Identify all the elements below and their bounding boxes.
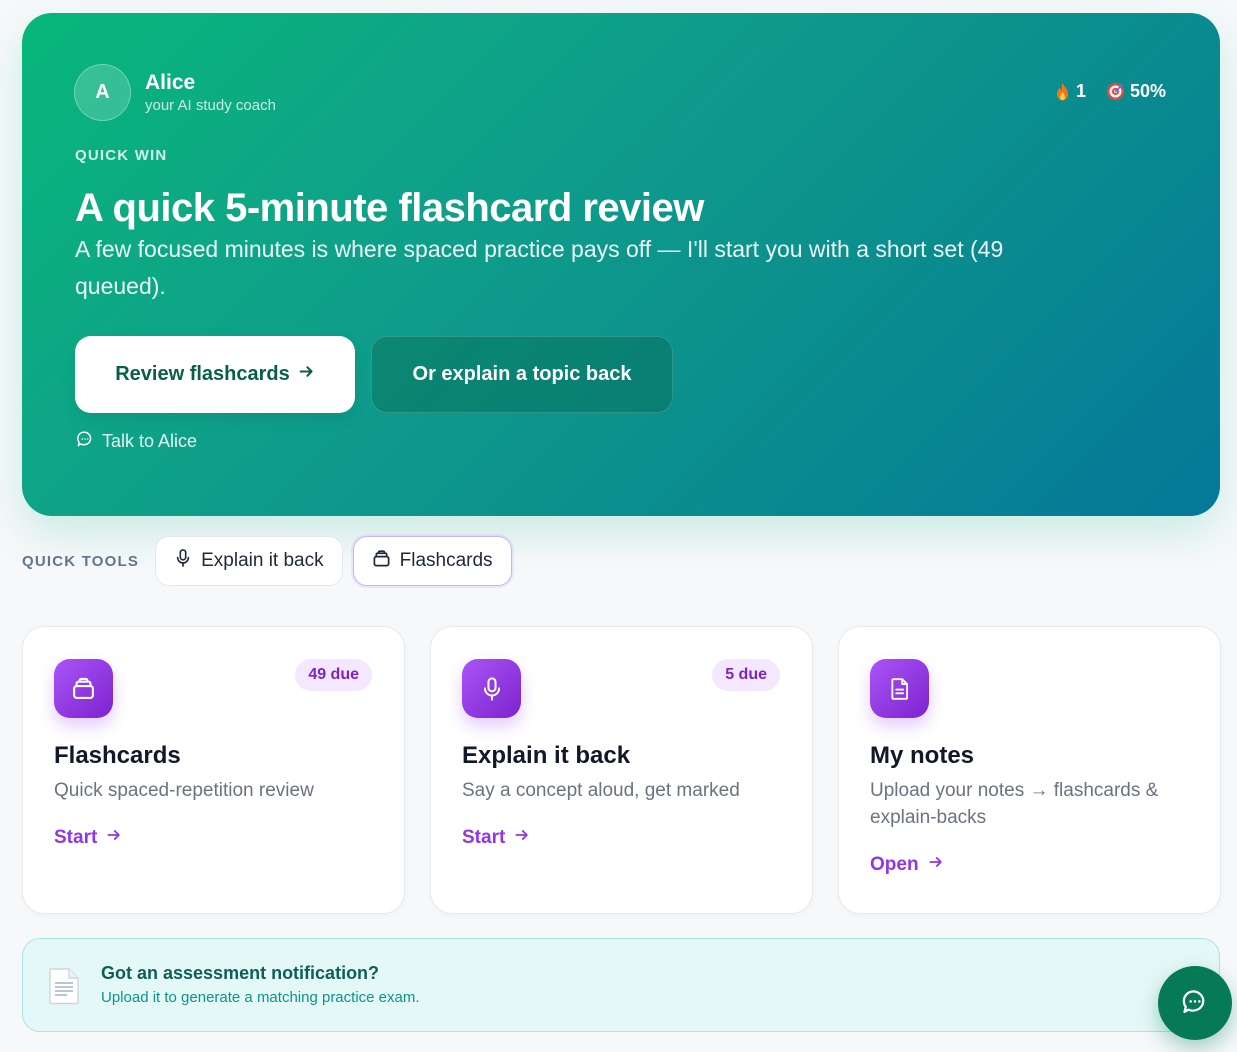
start-explain-it-back-link[interactable]: Start bbox=[462, 827, 530, 849]
streak-stat: 1 bbox=[1054, 81, 1086, 102]
quick-tool-label: Explain it back bbox=[201, 550, 324, 571]
review-flashcards-button[interactable]: Review flashcards bbox=[75, 336, 355, 413]
coach-header: A Alice your AI study coach bbox=[74, 64, 276, 121]
card-description: Upload your notes → flashcards & explain… bbox=[870, 780, 1159, 828]
flashcards-card[interactable]: 49 due Flashcards Quick spaced-repetitio… bbox=[22, 626, 405, 914]
chat-fab-button[interactable] bbox=[1158, 966, 1232, 1040]
hero-description: A few focused minutes is where spaced pr… bbox=[75, 236, 1004, 299]
card-stack-icon bbox=[54, 659, 113, 718]
quick-tool-explain-it-back[interactable]: Explain it back bbox=[155, 536, 343, 586]
microphone-icon bbox=[462, 659, 521, 718]
review-flashcards-label: Review flashcards bbox=[115, 363, 290, 385]
talk-to-coach-label: Talk to Alice bbox=[102, 431, 198, 451]
arrow-right-icon bbox=[928, 854, 944, 876]
target-icon bbox=[1106, 82, 1125, 101]
page-icon bbox=[47, 967, 81, 1010]
explain-topic-button[interactable]: Or explain a topic back bbox=[371, 336, 673, 413]
card-link-label: Start bbox=[54, 827, 98, 848]
banner-subtitle: Upload it to generate a matching practic… bbox=[101, 989, 420, 1006]
start-flashcards-link[interactable]: Start bbox=[54, 827, 122, 849]
avatar: A bbox=[74, 64, 131, 121]
card-link-label: Open bbox=[870, 854, 919, 875]
document-icon bbox=[870, 659, 929, 718]
due-badge: 49 due bbox=[295, 659, 372, 691]
quick-tool-label: Flashcards bbox=[399, 550, 493, 571]
chat-icon bbox=[1181, 988, 1209, 1019]
quick-tools-label: QUICK TOOLS bbox=[22, 552, 140, 570]
card-title: Flashcards bbox=[54, 742, 181, 769]
card-description: Quick spaced-repetition review bbox=[54, 780, 314, 801]
due-badge: 5 due bbox=[712, 659, 780, 691]
card-link-label: Start bbox=[462, 827, 506, 848]
talk-to-coach-link[interactable]: Talk to Alice bbox=[76, 430, 197, 453]
assessment-banner[interactable]: Got an assessment notification? Upload i… bbox=[22, 938, 1220, 1032]
card-stack-icon bbox=[372, 549, 391, 574]
open-notes-link[interactable]: Open bbox=[870, 854, 944, 876]
card-title: My notes bbox=[870, 742, 975, 769]
arrow-right-icon bbox=[298, 363, 315, 386]
coach-subtitle: your AI study coach bbox=[145, 96, 276, 114]
hero-title: A quick 5-minute flashcard review bbox=[75, 186, 704, 230]
banner-title: Got an assessment notification? bbox=[101, 963, 380, 983]
arrow-right-icon bbox=[106, 827, 122, 849]
chat-bubble-icon bbox=[76, 430, 94, 453]
coach-name: Alice bbox=[145, 70, 196, 94]
arrow-right-icon bbox=[514, 827, 530, 849]
streak-value: 1 bbox=[1075, 81, 1086, 101]
my-notes-card[interactable]: My notes Upload your notes → flashcards … bbox=[838, 626, 1221, 914]
accuracy-value: 50% bbox=[1129, 81, 1166, 101]
hero-eyebrow: QUICK WIN bbox=[75, 147, 168, 164]
accuracy-stat: 50% bbox=[1106, 81, 1166, 102]
microphone-icon bbox=[174, 548, 192, 574]
card-description: Say a concept aloud, get marked bbox=[462, 780, 740, 801]
fire-icon bbox=[1054, 82, 1071, 102]
quick-tools-bar: QUICK TOOLS Explain it back Flashcards bbox=[22, 536, 522, 586]
explain-it-back-card[interactable]: 5 due Explain it back Say a concept alou… bbox=[430, 626, 813, 914]
card-title: Explain it back bbox=[462, 742, 631, 769]
stats: 1 50% bbox=[1054, 81, 1166, 102]
quick-tool-flashcards[interactable]: Flashcards bbox=[352, 536, 512, 586]
hero-card: A Alice your AI study coach 1 50% QUICK … bbox=[22, 13, 1220, 516]
explain-topic-label: Or explain a topic back bbox=[412, 363, 632, 385]
